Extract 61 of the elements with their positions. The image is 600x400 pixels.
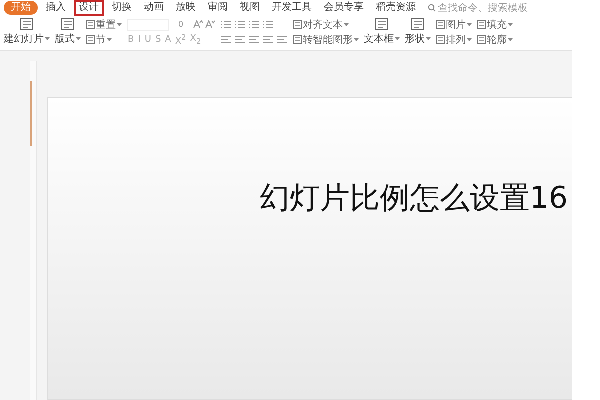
caret-icon (107, 38, 112, 42)
caret-icon (395, 37, 400, 41)
document-icon (86, 35, 95, 44)
search-field[interactable]: 查找命令、搜索模板 (428, 2, 534, 14)
caret-icon (508, 38, 513, 42)
caret-icon (426, 37, 431, 41)
list-icon (234, 20, 246, 30)
align-icon (248, 34, 260, 44)
caret-icon (45, 37, 50, 41)
document-icon (411, 18, 425, 31)
document-icon (436, 35, 445, 44)
document-icon (375, 18, 389, 31)
caret-icon (117, 22, 122, 26)
align-icon (262, 34, 274, 44)
align-icon (234, 34, 246, 44)
toolbar-button[interactable]: 文本框 (364, 18, 400, 46)
toolbar-button[interactable]: 对齐文本 (293, 18, 359, 31)
caret-icon (508, 22, 513, 26)
document-icon (20, 18, 34, 31)
toolbar-button[interactable]: 填充 (477, 18, 513, 31)
menu-tab[interactable]: 设计 (74, 0, 104, 16)
menu-tab[interactable]: 稻壳资源 (372, 1, 420, 15)
toolbar-button[interactable]: 版式 (55, 18, 81, 46)
toolbar-button[interactable]: 排列 (436, 33, 472, 46)
align-icon (220, 34, 232, 44)
shrink-font-icon (205, 20, 215, 29)
menu-tab[interactable]: 会员专享 (320, 1, 368, 15)
caret-icon (467, 22, 472, 26)
toolbar-button[interactable]: 重置 (86, 18, 122, 31)
menu-tab[interactable]: 视图 (236, 1, 264, 15)
document-icon (293, 35, 302, 44)
caret-icon (467, 38, 472, 42)
caret-icon (76, 37, 81, 41)
caret-icon (344, 22, 349, 26)
search-icon (428, 4, 436, 12)
document-icon (61, 18, 75, 31)
menu-tab[interactable]: 放映 (172, 1, 200, 15)
toolbar-button[interactable]: 节 (86, 33, 122, 46)
list-icon (262, 20, 274, 30)
toolbar-button[interactable]: 轮廓 (477, 33, 513, 46)
menu-tab[interactable]: 切换 (108, 1, 136, 15)
caret-icon (354, 38, 359, 42)
document-icon (86, 20, 95, 29)
selected-thumbnail-edge (30, 81, 32, 146)
list-icon (220, 20, 232, 30)
toolbar-button[interactable]: 形状 (405, 18, 431, 46)
list-icon (248, 20, 260, 30)
document-icon (293, 20, 302, 29)
menu-tab[interactable]: 开发工具 (268, 1, 316, 15)
toolbar-button[interactable]: 转智能图形 (293, 33, 359, 46)
grow-font-icon (193, 20, 203, 29)
document-icon (436, 20, 445, 29)
slide-title: 幻灯片比例怎么设置16 (260, 180, 568, 214)
menu-tab[interactable]: 插入 (42, 1, 70, 15)
align-icon (276, 34, 288, 44)
toolbar-button[interactable]: 图片 (436, 18, 472, 31)
menu-tab[interactable]: 动画 (140, 1, 168, 15)
document-icon (477, 20, 486, 29)
document-icon (477, 35, 486, 44)
menu-tab[interactable]: 审阅 (204, 1, 232, 15)
toolbar-button[interactable]: 建幻灯片 (4, 18, 50, 46)
